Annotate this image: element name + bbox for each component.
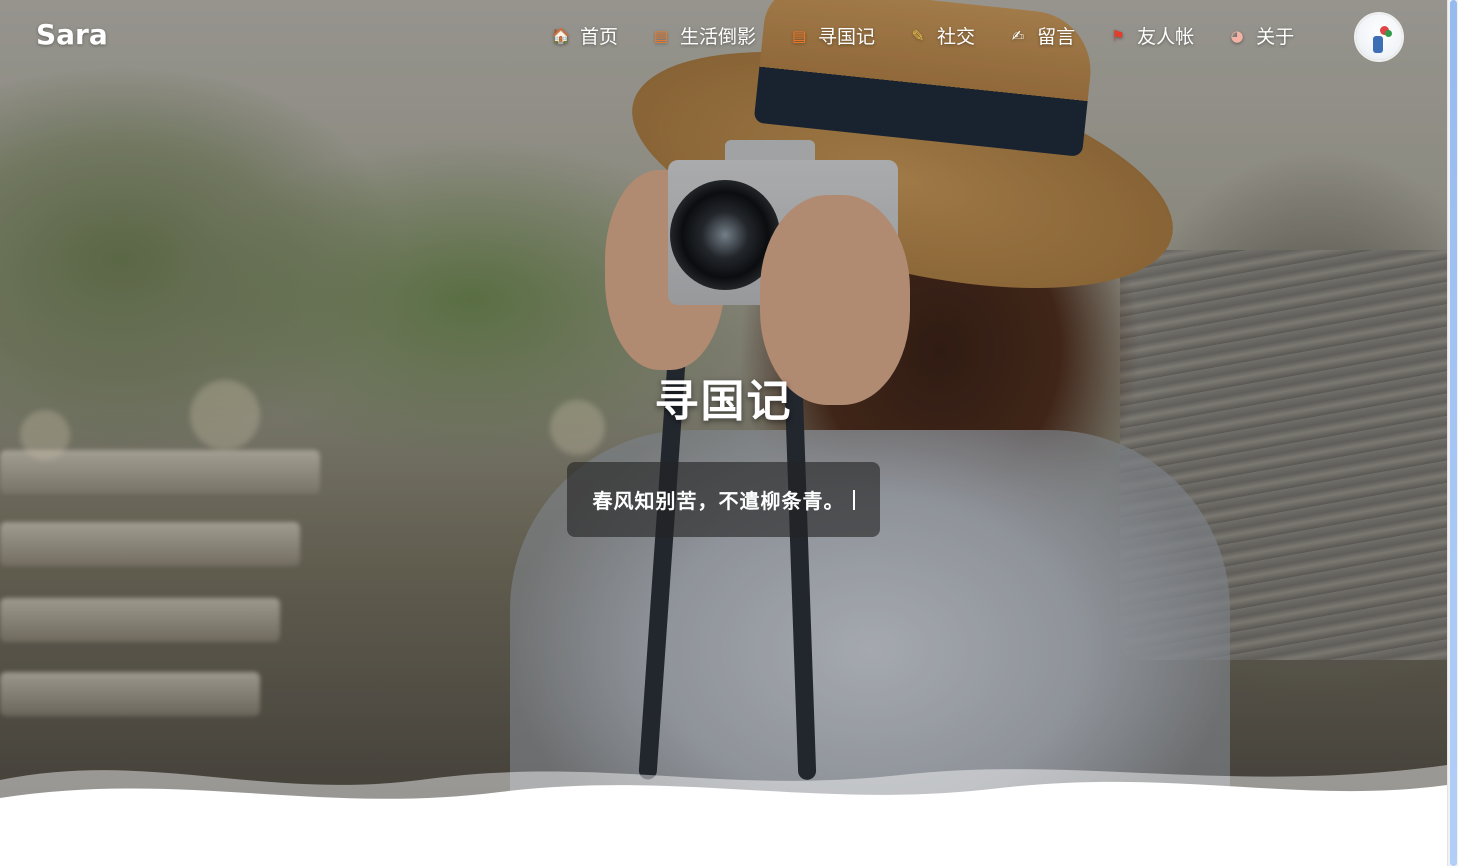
pencil-icon: ✎ xyxy=(911,26,925,45)
nav-item-3[interactable]: ▤ 寻国记 xyxy=(788,22,875,49)
nav-item-label: 首页 xyxy=(580,26,619,48)
user-avatar[interactable] xyxy=(1356,14,1402,60)
typing-caret xyxy=(852,489,855,510)
hero-overlay xyxy=(0,0,1447,866)
page-scrollbar[interactable] xyxy=(1447,0,1458,866)
pig-face-icon: ◕ xyxy=(1230,26,1244,45)
scrollbar-thumb[interactable] xyxy=(1450,0,1457,866)
scroll-down-chevron-icon[interactable] xyxy=(703,784,745,814)
nav-item-5[interactable]: ✍ 留言 xyxy=(1007,22,1075,49)
top-navbar: Sara 🏠 首页 ▤ 生活倒影 ▤ 寻国记 ✎ 社交 ✍ 留言 ⚑ 友人帐 ◕ 关于 xyxy=(0,0,1447,74)
nav-item-label: 社交 xyxy=(937,26,976,48)
nav-item-1[interactable]: 🏠 首页 xyxy=(550,22,618,49)
document-icon: ▤ xyxy=(791,26,807,45)
nav-item-4[interactable]: ✎ 社交 xyxy=(907,22,975,49)
nav-item-label: 寻国记 xyxy=(818,26,876,48)
nav-item-label: 友人帐 xyxy=(1137,26,1195,48)
flag-icon: ⚑ xyxy=(1111,26,1125,45)
nav-item-7[interactable]: ◕ 关于 xyxy=(1226,22,1295,49)
motto-text: 春风知别苦，不遣柳条青。 xyxy=(592,489,845,513)
avatar-figure xyxy=(1373,36,1383,53)
document-icon: ▤ xyxy=(653,26,669,45)
site-logo[interactable]: Sara xyxy=(36,18,108,51)
nav-item-2[interactable]: ▤ 生活倒影 xyxy=(650,22,756,49)
nav-item-6[interactable]: ⚑ 友人帐 xyxy=(1107,22,1194,49)
nav-item-label: 关于 xyxy=(1256,26,1295,48)
write-icon: ✍ xyxy=(1011,26,1025,45)
page-title: 寻国记 xyxy=(654,376,793,427)
nav-menu: 🏠 首页 ▤ 生活倒影 ▤ 寻国记 ✎ 社交 ✍ 留言 ⚑ 友人帐 ◕ 关于 xyxy=(550,22,1294,49)
nav-item-label: 生活倒影 xyxy=(680,26,757,48)
home-icon: 🏠 xyxy=(551,26,571,45)
nav-item-label: 留言 xyxy=(1037,26,1076,48)
hero-background xyxy=(0,0,1447,866)
avatar-balloon-green xyxy=(1385,30,1392,37)
motto-box: 春风知别苦，不遣柳条青。 xyxy=(567,462,880,537)
